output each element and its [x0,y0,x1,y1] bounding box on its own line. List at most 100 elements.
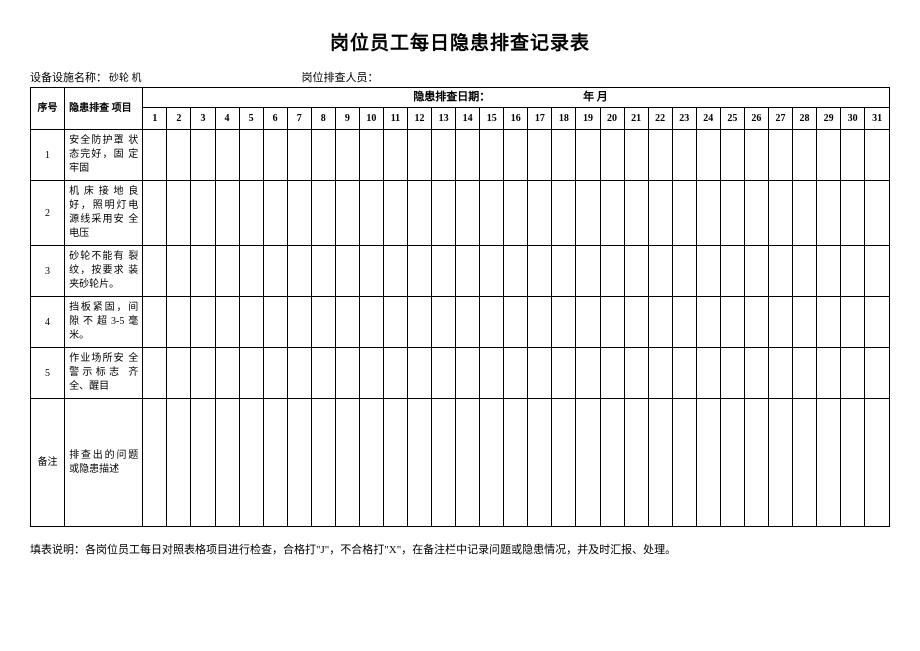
check-cell [648,348,672,399]
check-cell [744,181,768,246]
check-cell [793,181,817,246]
check-cell [408,348,432,399]
check-cell [335,348,359,399]
check-cell [720,348,744,399]
item-cell: 作业场所安 全警示标志 齐全、醒目 [65,348,143,399]
check-cell [239,181,263,246]
check-cell [552,181,576,246]
check-cell [744,348,768,399]
check-cell [768,348,792,399]
check-cell [263,246,287,297]
check-cell [456,181,480,246]
check-cell [624,348,648,399]
check-cell [143,348,167,399]
check-cell [167,130,191,181]
check-cell [865,246,890,297]
remark-cell [432,399,456,527]
check-cell [480,348,504,399]
check-cell [720,297,744,348]
day-header-17: 17 [528,108,552,130]
check-cell [624,297,648,348]
day-header-27: 27 [768,108,792,130]
equipment-label: 设备设施名称： [30,69,107,85]
day-header-11: 11 [383,108,407,130]
table-row: 2机床接地良 好，照明灯电 源线采用安 全电压 [31,181,890,246]
seq-cell: 4 [31,297,65,348]
check-cell [335,130,359,181]
check-cell [841,348,865,399]
remark-cell [552,399,576,527]
check-cell [696,348,720,399]
check-cell [311,246,335,297]
remark-cell [215,399,239,527]
check-cell [287,181,311,246]
remark-cell [624,399,648,527]
check-cell [359,297,383,348]
check-cell [672,130,696,181]
day-header-15: 15 [480,108,504,130]
day-header-24: 24 [696,108,720,130]
check-cell [311,348,335,399]
seq-cell: 1 [31,130,65,181]
day-header-7: 7 [287,108,311,130]
remark-cell [335,399,359,527]
check-cell [865,181,890,246]
check-cell [865,297,890,348]
remark-cell [648,399,672,527]
check-cell [528,130,552,181]
check-cell [359,181,383,246]
check-cell [648,246,672,297]
check-cell [167,348,191,399]
table-row: 1安全防护罩 状态完好，固 定牢固 [31,130,890,181]
check-cell [600,246,624,297]
check-cell [576,246,600,297]
check-cell [239,130,263,181]
check-cell [841,246,865,297]
check-cell [624,181,648,246]
check-cell [359,348,383,399]
check-cell [456,130,480,181]
check-cell [167,297,191,348]
check-cell [191,348,215,399]
day-header-2: 2 [167,108,191,130]
day-header-30: 30 [841,108,865,130]
remark-cell [480,399,504,527]
check-cell [504,246,528,297]
remark-cell [817,399,841,527]
remark-label: 备注 [31,399,65,527]
check-cell [744,130,768,181]
check-cell [504,297,528,348]
check-cell [432,246,456,297]
remark-row: 备注排查出的问题或隐患描述 [31,399,890,527]
check-cell [143,297,167,348]
check-cell [480,130,504,181]
check-cell [528,246,552,297]
check-cell [600,130,624,181]
check-cell [624,130,648,181]
check-cell [167,181,191,246]
check-cell [793,130,817,181]
check-cell [744,246,768,297]
remark-cell [793,399,817,527]
check-cell [817,348,841,399]
check-cell [576,297,600,348]
day-header-28: 28 [793,108,817,130]
check-cell [624,246,648,297]
check-cell [335,181,359,246]
remark-cell [865,399,890,527]
day-header-31: 31 [865,108,890,130]
day-header-8: 8 [311,108,335,130]
day-header-26: 26 [744,108,768,130]
check-cell [239,246,263,297]
check-cell [432,297,456,348]
footer-note: 填表说明：各岗位员工每日对照表格项目进行检查，合格打"J"，不合格打"X"，在备… [30,541,890,557]
date-ym: 年 月 [583,91,608,103]
remark-cell [720,399,744,527]
check-cell [865,130,890,181]
remark-cell [191,399,215,527]
item-cell: 安全防护罩 状态完好，固 定牢固 [65,130,143,181]
check-cell [600,348,624,399]
check-cell [576,348,600,399]
remark-cell [408,399,432,527]
day-header-14: 14 [456,108,480,130]
